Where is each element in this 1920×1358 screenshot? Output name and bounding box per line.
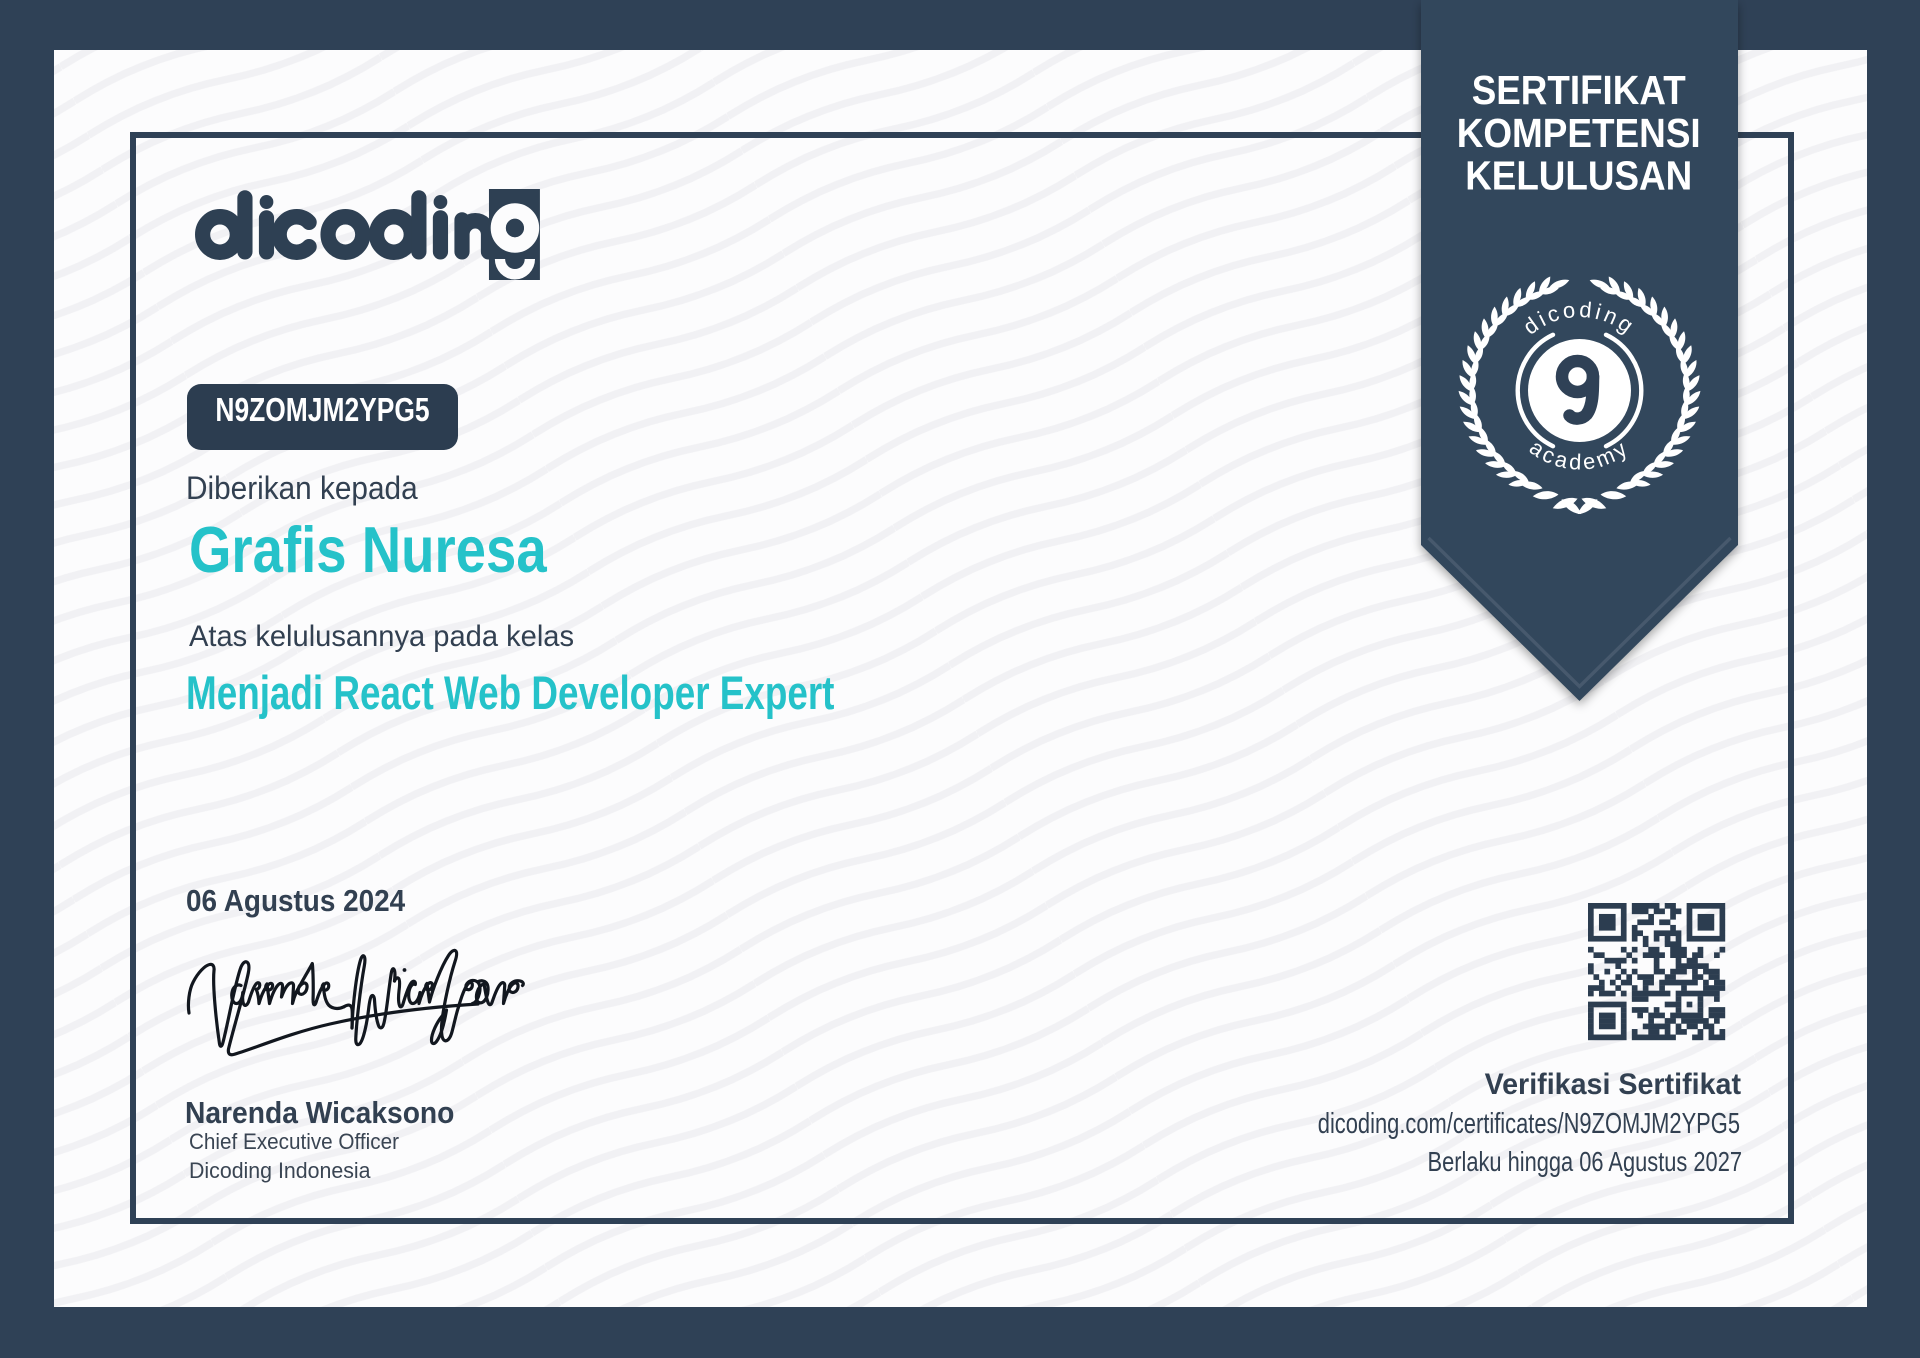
- svg-text:KOMPETENSI: KOMPETENSI: [1457, 110, 1701, 156]
- svg-text:SERTIFIKAT: SERTIFIKAT: [1472, 67, 1686, 113]
- svg-text:KELULUSAN: KELULUSAN: [1465, 153, 1692, 199]
- svg-text:dicoding: dicoding: [1518, 297, 1640, 340]
